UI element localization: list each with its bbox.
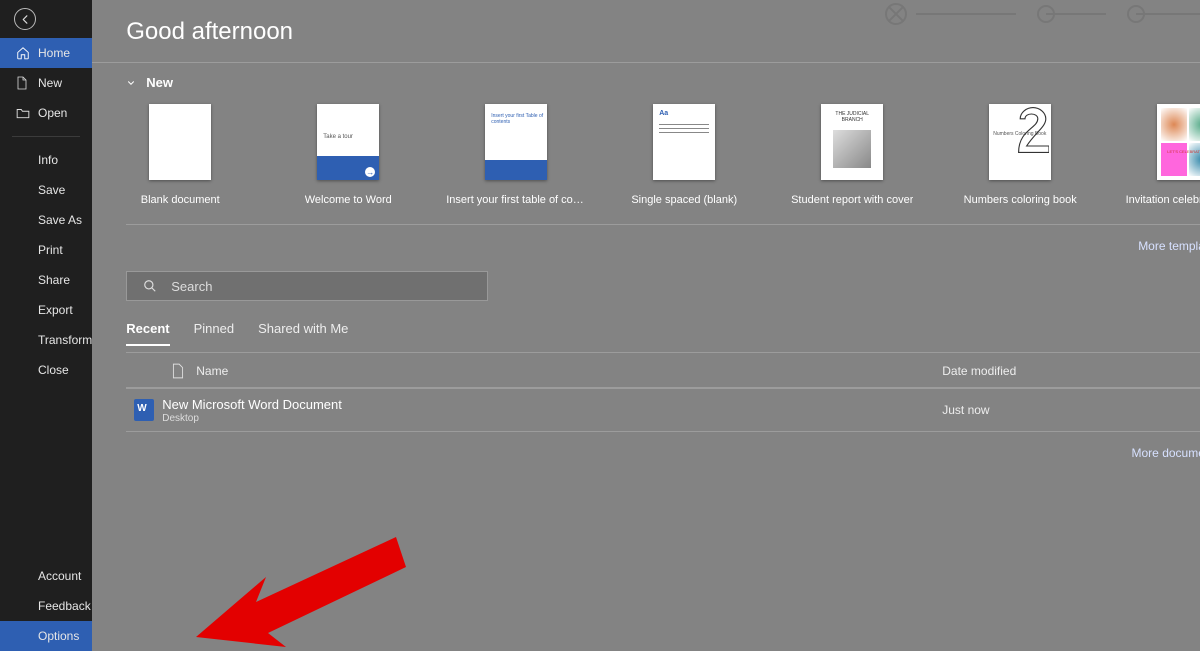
- template-caption: Invitation celebration card: [1126, 194, 1200, 206]
- annotation-arrow-icon: [196, 487, 416, 651]
- more-templates-link[interactable]: More templates →: [1138, 239, 1200, 253]
- sidebar-item-open[interactable]: Open: [0, 98, 92, 128]
- back-button[interactable]: [14, 8, 36, 30]
- word-doc-icon: [134, 399, 154, 421]
- sidebar-item-label: Options: [38, 629, 79, 643]
- sidebar-item-save[interactable]: Save: [0, 175, 92, 205]
- sidebar-separator: [12, 136, 80, 137]
- new-doc-icon: [16, 76, 36, 90]
- tab-pinned[interactable]: Pinned: [194, 321, 234, 346]
- template-gallery: Blank document Take a tour Welcome to Wo…: [126, 104, 1200, 225]
- file-name: New Microsoft Word Document: [162, 397, 942, 412]
- more-documents-label: More documents: [1132, 446, 1200, 460]
- sidebar-item-label: Home: [38, 46, 70, 60]
- thumb-text: Insert your first Table of contents: [491, 114, 547, 125]
- tab-recent[interactable]: Recent: [126, 321, 169, 346]
- new-section-title: New: [146, 75, 173, 90]
- sidebar-item-label: Save As: [38, 213, 82, 227]
- search-input[interactable]: [171, 279, 477, 294]
- sidebar-item-print[interactable]: Print: [0, 235, 92, 265]
- column-header-label: Name: [196, 364, 942, 378]
- sidebar-item-feedback[interactable]: Feedback: [0, 591, 92, 621]
- sidebar-item-close[interactable]: Close: [0, 355, 92, 385]
- template-thumbnail: Insert your first Table of contents: [485, 104, 547, 180]
- template-caption: Single spaced (blank): [631, 194, 737, 206]
- template-thumbnail: [149, 104, 211, 180]
- more-documents-link[interactable]: More documents →: [1132, 446, 1200, 460]
- sidebar-item-label: Close: [38, 363, 69, 377]
- file-date-modified: Just now: [942, 403, 1200, 417]
- thumb-text: LET'S CELEBRATE: [1167, 149, 1200, 154]
- sidebar-item-options[interactable]: Options: [0, 621, 92, 651]
- template-thumbnail: LET'S CELEBRATE: [1157, 104, 1200, 180]
- sidebar-secondary-nav: Info Save Save As Print Share Export Tra…: [0, 145, 92, 385]
- chevron-down-icon: [126, 78, 136, 88]
- sidebar-primary-nav: Home New Open: [0, 38, 92, 128]
- open-folder-icon: [16, 107, 36, 119]
- template-caption: Student report with cover: [791, 194, 913, 206]
- template-thumbnail: Numbers Coloring Book: [989, 104, 1051, 180]
- decorative-circuit-icon: [856, 0, 1200, 60]
- template-caption: Numbers coloring book: [964, 194, 1077, 206]
- sidebar-item-label: Save: [38, 183, 65, 197]
- home-icon: [16, 46, 36, 60]
- sidebar-item-label: Print: [38, 243, 63, 257]
- table-row[interactable]: New Microsoft Word Document Desktop Just…: [126, 388, 1200, 432]
- template-caption: Welcome to Word: [305, 194, 392, 206]
- file-location: Desktop: [162, 413, 942, 424]
- sidebar-item-label: Open: [38, 106, 67, 120]
- template-student-report[interactable]: THE JUDICIAL BRANCH Student report with …: [804, 104, 900, 206]
- sidebar-item-label: Account: [38, 569, 81, 583]
- template-thumbnail: Take a tour: [317, 104, 379, 180]
- search-icon: [143, 279, 157, 293]
- column-name-header[interactable]: Name: [196, 364, 942, 378]
- sidebar-item-home[interactable]: Home: [0, 38, 92, 68]
- template-invitation-card[interactable]: LET'S CELEBRATE Invitation celebration c…: [1140, 104, 1200, 206]
- main-panel: Good afternoon New Blank document Take a…: [92, 0, 1200, 651]
- thumb-text: THE JUDICIAL BRANCH: [829, 112, 875, 123]
- arrow-right-icon: [365, 167, 375, 177]
- column-header-label: Date modified: [942, 364, 1016, 378]
- sidebar-item-label: Share: [38, 273, 70, 287]
- sidebar-item-new[interactable]: New: [0, 68, 92, 98]
- recent-tabs: Recent Pinned Shared with Me: [126, 321, 1200, 346]
- template-thumbnail: THE JUDICIAL BRANCH: [821, 104, 883, 180]
- template-numbers-coloring[interactable]: Numbers Coloring Book Numbers coloring b…: [972, 104, 1068, 206]
- backstage-sidebar: Home New Open Info Save Save As Print Sh…: [0, 0, 92, 651]
- column-date-header[interactable]: Date modified: [942, 364, 1200, 378]
- sidebar-item-label: Export: [38, 303, 73, 317]
- template-caption: Insert your first table of con...: [446, 194, 586, 206]
- template-welcome-to-word[interactable]: Take a tour Welcome to Word: [300, 104, 396, 206]
- sidebar-item-share[interactable]: Share: [0, 265, 92, 295]
- sidebar-item-label: Info: [38, 153, 58, 167]
- more-templates-label: More templates: [1138, 239, 1200, 253]
- thumb-text: Take a tour: [323, 134, 353, 140]
- sidebar-item-label: Transform: [38, 333, 92, 347]
- template-thumbnail: Aa: [653, 104, 715, 180]
- recent-files-table: Name Date modified New Microsoft Word Do…: [126, 352, 1200, 432]
- file-type-icon: [126, 399, 162, 421]
- table-header-row: Name Date modified: [126, 352, 1200, 388]
- template-caption: Blank document: [141, 194, 220, 206]
- sidebar-item-save-as[interactable]: Save As: [0, 205, 92, 235]
- new-section-toggle[interactable]: New: [126, 75, 1200, 90]
- sidebar-item-account[interactable]: Account: [0, 561, 92, 591]
- sidebar-item-info[interactable]: Info: [0, 145, 92, 175]
- sidebar-bottom-nav: Account Feedback Options: [0, 561, 92, 651]
- tab-shared-with-me[interactable]: Shared with Me: [258, 321, 348, 346]
- doc-column-icon: [160, 363, 196, 379]
- sidebar-item-label: New: [38, 76, 62, 90]
- template-blank-document[interactable]: Blank document: [132, 104, 228, 206]
- thumb-text: Aa: [659, 110, 668, 117]
- number-two-icon: [1017, 106, 1049, 170]
- sidebar-item-transform[interactable]: Transform: [0, 325, 92, 355]
- search-box[interactable]: [126, 271, 488, 301]
- back-arrow-icon: [20, 14, 31, 25]
- template-table-of-contents[interactable]: Insert your first Table of contents Inse…: [468, 104, 564, 206]
- sidebar-item-export[interactable]: Export: [0, 295, 92, 325]
- template-single-spaced[interactable]: Aa Single spaced (blank): [636, 104, 732, 206]
- sidebar-item-label: Feedback: [38, 599, 91, 613]
